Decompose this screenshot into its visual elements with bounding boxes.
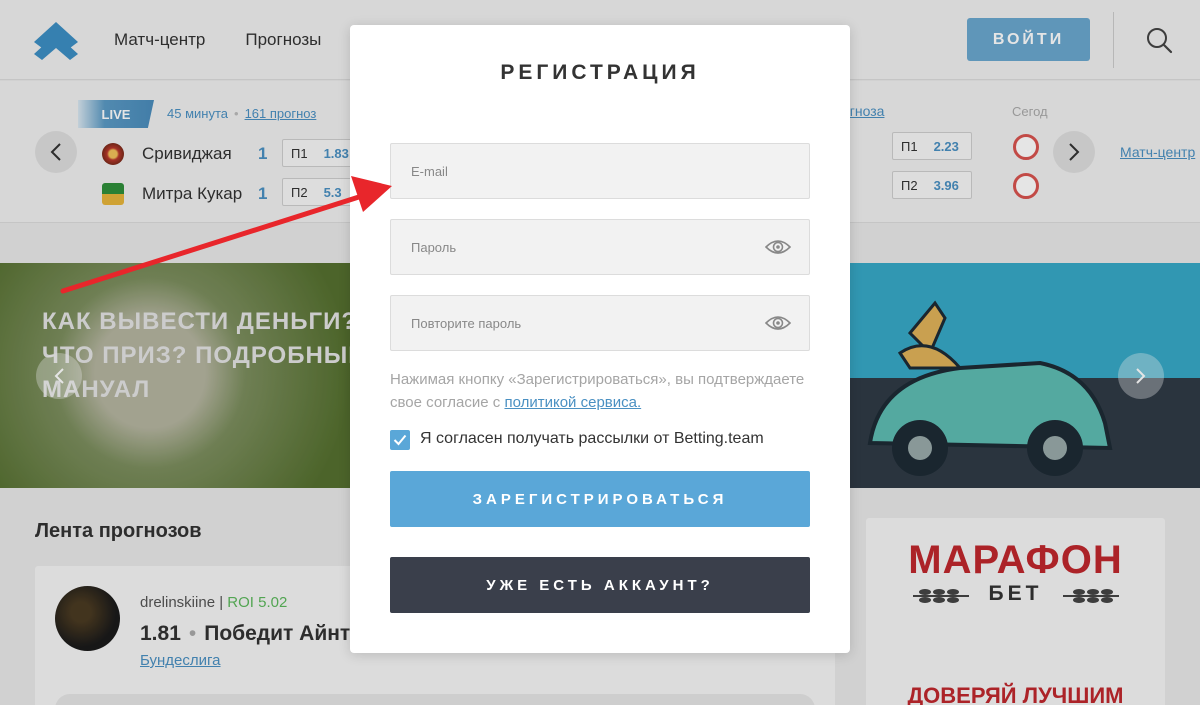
consent-text: Нажимая кнопку «Зарегистрироваться», вы …: [390, 368, 810, 414]
password-input[interactable]: [391, 220, 809, 274]
newsletter-checkbox[interactable]: [390, 430, 410, 450]
password-field[interactable]: [390, 219, 810, 275]
checkmark-icon: [393, 434, 407, 446]
registration-modal: РЕГИСТРАЦИЯ Нажимая кнопку «Зарегистриро…: [350, 25, 850, 653]
email-input[interactable]: [391, 144, 809, 198]
repeat-password-field[interactable]: [390, 295, 810, 351]
email-field[interactable]: [390, 143, 810, 199]
eye-icon[interactable]: [765, 237, 791, 257]
page: Матч-центр Прогнозы Р ВОЙТИ LIVE 45 мину…: [0, 0, 1200, 705]
have-account-button[interactable]: УЖЕ ЕСТЬ АККАУНТ?: [390, 557, 810, 613]
repeat-password-input[interactable]: [391, 296, 809, 350]
eye-icon[interactable]: [765, 313, 791, 333]
register-button[interactable]: ЗАРЕГИСТРИРОВАТЬСЯ: [390, 471, 810, 527]
newsletter-label[interactable]: Я согласен получать рассылки от Betting.…: [420, 430, 764, 448]
modal-title: РЕГИСТРАЦИЯ: [500, 61, 700, 84]
service-policy-link[interactable]: политикой сервиса.: [504, 394, 641, 411]
